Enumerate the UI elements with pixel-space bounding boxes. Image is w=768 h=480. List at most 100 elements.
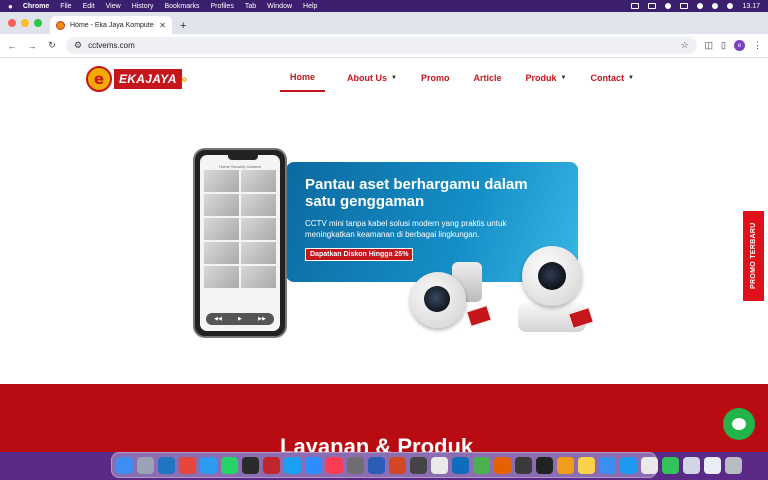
caret-down-icon: ▼: [391, 75, 397, 81]
nav-contact-label: Contact: [590, 73, 624, 83]
dock-whatsapp-icon[interactable]: [221, 456, 238, 474]
dock-activity-icon[interactable]: [515, 456, 532, 474]
nav-produk[interactable]: Produk ▼: [524, 72, 569, 92]
dock-facetime-icon[interactable]: [662, 456, 679, 474]
menu-edit[interactable]: Edit: [83, 3, 95, 10]
nav-promo-label: Promo: [420, 73, 450, 83]
volume-icon[interactable]: [631, 3, 640, 9]
profile-avatar[interactable]: e: [734, 40, 745, 51]
dock-safari-icon[interactable]: [200, 456, 217, 474]
battery-icon[interactable]: [680, 3, 689, 9]
dock-chrome-icon[interactable]: [179, 456, 196, 474]
menu-tab[interactable]: Tab: [245, 3, 256, 10]
menu-bookmarks[interactable]: Bookmarks: [164, 3, 199, 10]
nav-contact[interactable]: Contact ▼: [588, 72, 635, 92]
dock-launchpad-icon[interactable]: [137, 456, 154, 474]
dock-vscode-icon[interactable]: [158, 456, 175, 474]
feed-thumb: [241, 242, 276, 264]
phone-player-controls: ◀◀ ▶ ▶▶: [206, 313, 274, 325]
audio-control-icon[interactable]: [648, 3, 657, 9]
feed-thumb: [204, 170, 239, 192]
camera-feed-grid: [204, 170, 276, 288]
extensions-icon[interactable]: ◫: [705, 40, 714, 51]
dock-firefox-icon[interactable]: [494, 456, 511, 474]
menu-view[interactable]: View: [106, 3, 121, 10]
hero-phone-image: Home Security Camera ◀◀ ▶ ▶▶: [193, 148, 287, 338]
dock-terminal-icon[interactable]: [242, 456, 259, 474]
dock-notes-icon[interactable]: [578, 456, 595, 474]
feed-thumb: [241, 266, 276, 288]
dock-preview-icon[interactable]: [431, 456, 448, 474]
feed-thumb: [204, 194, 239, 216]
phone-notch: [228, 155, 258, 160]
phone-screen: Home Security Camera ◀◀ ▶ ▶▶: [200, 155, 280, 331]
dock-calculator-icon[interactable]: [410, 456, 427, 474]
chat-bubble-icon: [732, 418, 746, 430]
site-info-icon[interactable]: ⚙: [74, 40, 82, 51]
url-text: cctvems.com: [88, 41, 135, 50]
macos-dock: [111, 452, 742, 478]
dock-appstore-icon[interactable]: [620, 456, 637, 474]
dock-documents-icon[interactable]: [704, 456, 721, 474]
feed-thumb: [204, 266, 239, 288]
site-logo[interactable]: e EKAJAYA »: [86, 65, 202, 93]
zoom-window-icon[interactable]: [34, 19, 42, 27]
menu-history[interactable]: History: [132, 3, 154, 10]
menu-window[interactable]: Window: [267, 3, 292, 10]
minimize-window-icon[interactable]: [21, 19, 29, 27]
menu-file[interactable]: File: [60, 3, 71, 10]
bluetooth-icon[interactable]: [665, 3, 672, 9]
reload-icon[interactable]: ↻: [46, 40, 58, 51]
dock-piano-icon[interactable]: [536, 456, 553, 474]
web-page: e EKAJAYA » Home About Us ▼ Promo Article…: [0, 58, 768, 452]
menu-clock[interactable]: 13.17: [742, 3, 760, 10]
promo-terbaru-tab[interactable]: PROMO TERBARU: [743, 211, 764, 301]
new-tab-icon[interactable]: +: [180, 20, 186, 32]
dock-photos-icon[interactable]: [641, 456, 658, 474]
dock-maps-icon[interactable]: [473, 456, 490, 474]
wifi-icon[interactable]: [712, 3, 719, 9]
menu-profiles[interactable]: Profiles: [210, 3, 233, 10]
forward-icon: ▶▶: [258, 316, 266, 322]
browser-tab[interactable]: Home - Eka Jaya Komputer ✕: [50, 16, 172, 34]
dock-garageband-icon[interactable]: [557, 456, 574, 474]
nav-promo[interactable]: Promo: [419, 72, 452, 92]
close-tab-icon[interactable]: ✕: [159, 21, 166, 30]
bookmark-star-icon[interactable]: ☆: [680, 40, 688, 51]
control-center-icon[interactable]: [697, 3, 704, 9]
dock-music-icon[interactable]: [326, 456, 343, 474]
menu-kebab-icon[interactable]: ⋮: [753, 40, 762, 51]
dock-finder-icon[interactable]: [116, 456, 133, 474]
nav-article[interactable]: Article: [471, 72, 503, 92]
whatsapp-chat-button[interactable]: [723, 408, 755, 440]
dock-zoom-icon[interactable]: [305, 456, 322, 474]
forward-icon[interactable]: →: [26, 41, 38, 51]
dock-testflight-icon[interactable]: [284, 456, 301, 474]
dock-outlook-icon[interactable]: [452, 456, 469, 474]
dock-folder-icon[interactable]: [683, 456, 700, 474]
close-window-icon[interactable]: [8, 19, 16, 27]
menu-app-name[interactable]: Chrome: [23, 3, 49, 10]
address-bar[interactable]: ⚙ cctvems.com ☆: [66, 37, 697, 54]
nav-about-us[interactable]: About Us ▼: [345, 72, 399, 92]
dock-settings-icon[interactable]: [347, 456, 364, 474]
back-icon[interactable]: ←: [6, 41, 18, 51]
nav-article-label: Article: [473, 73, 502, 83]
feed-thumb: [241, 170, 276, 192]
menu-help[interactable]: Help: [303, 3, 317, 10]
nav-home[interactable]: Home: [280, 72, 326, 92]
nav-about-us-label: About Us: [347, 73, 388, 83]
caret-down-icon: ▼: [627, 75, 634, 81]
discount-badge: Dapatkan Diskon Hingga 25%: [305, 248, 414, 261]
dock-word-icon[interactable]: [368, 456, 385, 474]
dock-mail-icon[interactable]: [599, 456, 616, 474]
side-panel-icon[interactable]: ▯: [721, 40, 726, 51]
phone-app-header: Home Security Camera: [219, 164, 261, 169]
dock-filezilla-icon[interactable]: [263, 456, 280, 474]
spotlight-icon[interactable]: [727, 3, 734, 9]
rewind-icon: ◀◀: [214, 316, 222, 322]
feed-thumb: [204, 242, 239, 264]
dock-trash-icon[interactable]: [725, 456, 742, 474]
apple-icon[interactable]: ●: [8, 2, 13, 11]
dock-powerpoint-icon[interactable]: [389, 456, 406, 474]
